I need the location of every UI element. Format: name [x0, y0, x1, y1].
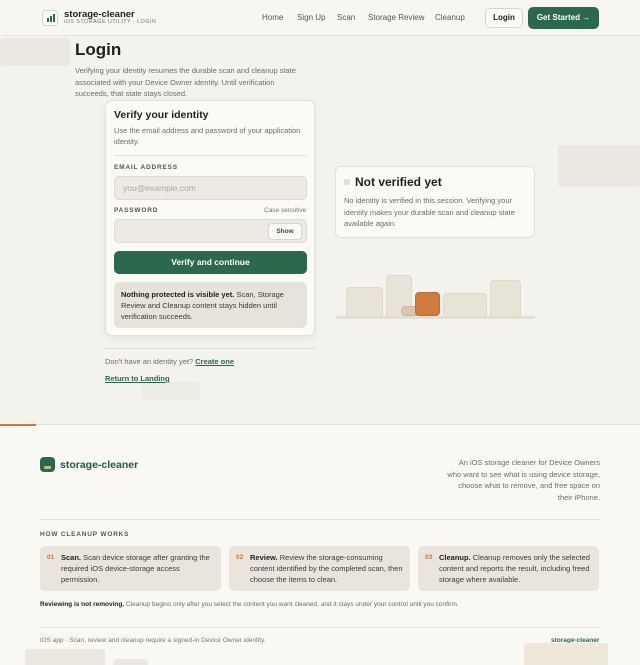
nav-storage-review[interactable]: Storage Review — [368, 13, 424, 22]
note-bold: Nothing protected is visible yet. — [121, 290, 235, 299]
step-title: Cleanup. — [439, 553, 471, 562]
step-title: Scan. — [61, 553, 82, 562]
password-field-wrapper: Show — [114, 219, 307, 243]
page-title: Login — [75, 40, 122, 59]
brand-subtitle: iOS STORAGE UTILITY · LOGIN — [64, 19, 157, 25]
verify-card: Verify your identity Use the email addre… — [105, 100, 315, 336]
site-footer: storage-cleaner An iOS storage cleaner f… — [0, 424, 640, 665]
footer-description: An iOS storage cleaner for Device Owners… — [447, 458, 600, 502]
show-password-button[interactable]: Show — [268, 223, 302, 240]
nav-sign-up[interactable]: Sign Up — [297, 13, 325, 22]
decorative-block — [0, 38, 70, 66]
email-field[interactable] — [115, 177, 306, 199]
login-intro: Verifying your identity resumes the dura… — [75, 66, 296, 98]
illus-shelf — [336, 316, 535, 319]
illus-block — [443, 293, 487, 318]
step-card-cleanup: 03 Cleanup. Cleanup removes only the sel… — [418, 546, 599, 591]
decorative-block — [524, 643, 608, 665]
nav-cleanup[interactable]: Cleanup — [435, 13, 465, 22]
how-cleanup-title: HOW CLEANUP WORKS — [40, 531, 130, 538]
email-field-wrapper — [114, 176, 307, 200]
status-title: Not verified yet — [355, 175, 442, 189]
footer-bottom-text: iOS app · Scan, review and cleanup requi… — [40, 637, 266, 644]
decorative-block — [558, 145, 640, 187]
password-label: PASSWORD — [114, 207, 159, 214]
protection-note: Nothing protected is visible yet. Scan, … — [114, 282, 307, 328]
divider — [114, 155, 307, 156]
verify-card-title: Verify your identity — [114, 109, 209, 121]
app-logo-icon[interactable] — [42, 10, 58, 26]
status-text: No identity is verified in this session.… — [344, 196, 515, 228]
get-started-button[interactable]: Get Started → — [528, 7, 599, 29]
nav-home[interactable]: Home — [262, 13, 283, 22]
divider — [40, 519, 600, 520]
step-title: Review. — [250, 553, 278, 562]
review-note: Reviewing is not removing. Cleanup begin… — [40, 601, 459, 608]
step-number: 02 — [236, 554, 244, 561]
return-to-landing-link[interactable]: Return to Landing — [105, 374, 170, 383]
footer-accent — [0, 424, 36, 426]
footer-logo-icon — [40, 457, 55, 472]
illus-block — [490, 280, 521, 318]
step-number: 03 — [425, 554, 433, 561]
no-account-text: Don't have an identity yet? Create one — [105, 357, 234, 366]
step-card-scan: 01 Scan. Scan device storage after grant… — [40, 546, 221, 591]
password-field[interactable] — [115, 220, 265, 242]
decorative-block — [25, 649, 105, 665]
email-label: EMAIL ADDRESS — [114, 164, 178, 171]
step-number: 01 — [47, 554, 55, 561]
top-header: storage-cleaner iOS STORAGE UTILITY · LO… — [0, 0, 640, 36]
illus-highlight-block — [415, 292, 440, 316]
verify-card-desc: Use the email address and password of yo… — [114, 126, 301, 146]
decorative-block — [113, 659, 148, 665]
divider — [40, 627, 600, 628]
create-account-link[interactable]: Create one — [195, 357, 234, 366]
step-text: Scan device storage after granting the r… — [61, 553, 210, 584]
status-icon — [344, 179, 350, 185]
verify-button[interactable]: Verify and continue — [114, 251, 307, 274]
case-sensitive-note: Case sensitive — [264, 207, 307, 214]
storage-illustration — [336, 270, 535, 322]
step-card-review: 02 Review. Review the storage-consuming … — [229, 546, 410, 591]
login-button[interactable]: Login — [485, 8, 523, 28]
status-card: Not verified yet No identity is verified… — [335, 166, 535, 238]
review-note-bold: Reviewing is not removing. — [40, 601, 125, 608]
illus-block — [346, 287, 383, 318]
review-note-text: Cleanup begins only after you select the… — [124, 601, 459, 608]
footer-brand: storage-cleaner — [60, 459, 139, 471]
divider — [105, 348, 315, 349]
no-account-label: Don't have an identity yet? — [105, 357, 196, 366]
nav-scan[interactable]: Scan — [337, 13, 355, 22]
decorative-block — [142, 382, 200, 400]
